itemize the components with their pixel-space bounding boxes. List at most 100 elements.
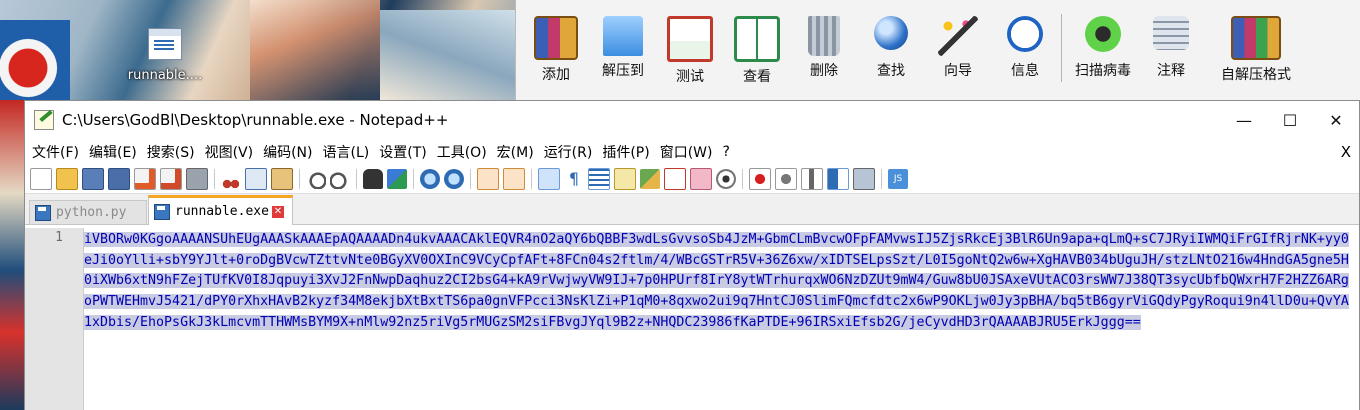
editor-text[interactable]: iVBORw0KGgoAAAANSUhEUgAAASkAAAEpAQAAAADn… bbox=[84, 230, 1354, 334]
line-number-gutter: 1 bbox=[25, 228, 84, 410]
new-file-icon[interactable] bbox=[30, 168, 52, 190]
archiver-delete-button[interactable]: 删除 bbox=[794, 16, 854, 80]
toolbar-separator bbox=[413, 169, 414, 189]
menu-macro[interactable]: 宏(M) bbox=[492, 142, 539, 162]
menu-plugins[interactable]: 插件(P) bbox=[597, 142, 654, 162]
toolbar: ¶ JS bbox=[25, 165, 1359, 194]
show-all-chars-icon[interactable]: ¶ bbox=[564, 169, 584, 189]
stop-macro-icon[interactable] bbox=[775, 168, 797, 190]
wallpaper-graffiti-right bbox=[380, 10, 515, 100]
menu-run[interactable]: 运行(R) bbox=[539, 142, 598, 162]
archiver-find-label: 查找 bbox=[877, 63, 905, 79]
tab-label: python.py bbox=[56, 205, 127, 220]
maximize-button[interactable]: ☐ bbox=[1267, 101, 1313, 139]
zoom-in-icon[interactable] bbox=[420, 169, 440, 189]
menu-language[interactable]: 语言(L) bbox=[318, 142, 375, 162]
menu-bar: 文件(F) 编辑(E) 搜索(S) 视图(V) 编码(N) 语言(L) 设置(T… bbox=[25, 139, 1359, 165]
archiver-sfx-button[interactable]: 自解压格式 bbox=[1211, 16, 1301, 84]
desktop-file-label: runnable.... bbox=[127, 68, 203, 83]
minimize-button[interactable]: — bbox=[1221, 101, 1267, 139]
record-macro-icon[interactable] bbox=[749, 168, 771, 190]
copy-icon[interactable] bbox=[245, 168, 267, 190]
archiver-comment-label: 注释 bbox=[1157, 63, 1185, 79]
word-wrap-icon[interactable] bbox=[538, 168, 560, 190]
selected-text: iVBORw0KGgoAAAANSUhEUgAAASkAAAEpAQAAAADn… bbox=[84, 232, 1349, 330]
function-list-icon[interactable] bbox=[664, 168, 686, 190]
sync-horizontal-icon[interactable] bbox=[503, 168, 525, 190]
extract-folder-icon bbox=[603, 16, 643, 56]
archiver-test-button[interactable]: 测试 bbox=[660, 16, 720, 86]
archiver-window[interactable]: 添加 解压到 测试 查看 删除 查找 向导 信息 扫描病毒 注释 自解压格式 bbox=[515, 0, 1360, 100]
archiver-scan-button[interactable]: 扫描病毒 bbox=[1068, 16, 1138, 80]
title-bar[interactable]: C:\Users\GodBl\Desktop\runnable.exe - No… bbox=[25, 101, 1359, 139]
replace-icon[interactable] bbox=[387, 169, 407, 189]
saved-file-icon bbox=[154, 203, 170, 220]
sync-vertical-icon[interactable] bbox=[477, 168, 499, 190]
tab-runnable-exe[interactable]: runnable.exe ✕ bbox=[148, 195, 293, 225]
menu-help[interactable]: ? bbox=[718, 144, 735, 160]
menu-view[interactable]: 视图(V) bbox=[200, 142, 259, 162]
bug-scan-icon bbox=[1085, 16, 1121, 52]
archiver-extract-button[interactable]: 解压到 bbox=[593, 16, 653, 80]
archiver-find-button[interactable]: 查找 bbox=[861, 16, 921, 80]
menu-edit[interactable]: 编辑(E) bbox=[84, 142, 142, 162]
tab-python-py[interactable]: python.py bbox=[29, 200, 147, 224]
archiver-delete-label: 删除 bbox=[810, 63, 838, 79]
indent-guide-icon[interactable] bbox=[588, 168, 610, 190]
save-all-icon[interactable] bbox=[108, 168, 130, 190]
doc-map-icon[interactable] bbox=[640, 169, 660, 189]
undo-icon[interactable] bbox=[306, 169, 326, 189]
notepad-window[interactable]: C:\Users\GodBl\Desktop\runnable.exe - No… bbox=[24, 100, 1360, 410]
archiver-info-label: 信息 bbox=[1011, 63, 1039, 79]
print-icon[interactable] bbox=[186, 168, 208, 190]
document-tabs: python.py runnable.exe ✕ bbox=[25, 194, 1359, 225]
archive-add-icon bbox=[534, 16, 578, 60]
save-icon[interactable] bbox=[82, 168, 104, 190]
archiver-add-button[interactable]: 添加 bbox=[526, 16, 586, 84]
save-macro-icon[interactable] bbox=[853, 168, 875, 190]
close-all-icon[interactable] bbox=[160, 168, 182, 190]
close-tab-icon[interactable]: ✕ bbox=[271, 205, 284, 218]
user-lang-icon[interactable] bbox=[614, 168, 636, 190]
paste-icon[interactable] bbox=[271, 168, 293, 190]
close-file-icon[interactable] bbox=[134, 168, 156, 190]
toolbar-separator bbox=[470, 169, 471, 189]
folder-workspace-icon[interactable] bbox=[690, 168, 712, 190]
menu-search[interactable]: 搜索(S) bbox=[142, 142, 200, 162]
menu-file[interactable]: 文件(F) bbox=[27, 142, 84, 162]
cut-icon[interactable] bbox=[221, 169, 241, 189]
menu-encoding[interactable]: 编码(N) bbox=[258, 142, 317, 162]
wand-icon bbox=[938, 16, 978, 56]
wallpaper-left-strip bbox=[0, 100, 24, 410]
editor-area[interactable]: 1 iVBORw0KGgoAAAANSUhEUgAAASkAAAEpAQAAAA… bbox=[25, 228, 1359, 410]
info-icon bbox=[1007, 16, 1043, 52]
toolbar-separator bbox=[214, 169, 215, 189]
archiver-scan-label: 扫描病毒 bbox=[1075, 63, 1131, 79]
find-icon[interactable] bbox=[363, 169, 383, 189]
archiver-info-button[interactable]: 信息 bbox=[995, 16, 1055, 80]
open-file-icon[interactable] bbox=[56, 168, 78, 190]
saved-file-icon bbox=[35, 204, 51, 221]
test-clipboard-icon bbox=[667, 16, 713, 62]
close-button[interactable]: ✕ bbox=[1313, 101, 1359, 139]
toolbar-separator bbox=[299, 169, 300, 189]
js-plugin-icon[interactable]: JS bbox=[888, 169, 908, 189]
menu-tools[interactable]: 工具(O) bbox=[432, 142, 492, 162]
monitoring-icon[interactable] bbox=[716, 169, 736, 189]
archiver-comment-button[interactable]: 注释 bbox=[1141, 16, 1201, 80]
wallpaper-graffiti-center bbox=[250, 0, 380, 100]
play-macro-icon[interactable] bbox=[801, 168, 823, 190]
menu-window[interactable]: 窗口(W) bbox=[655, 142, 718, 162]
archiver-test-label: 测试 bbox=[676, 69, 704, 85]
close-document-button[interactable]: X bbox=[1341, 143, 1351, 161]
archiver-wizard-button[interactable]: 向导 bbox=[928, 16, 988, 80]
archiver-add-label: 添加 bbox=[542, 67, 570, 83]
menu-settings[interactable]: 设置(T) bbox=[374, 142, 431, 162]
run-macro-multiple-icon[interactable] bbox=[827, 168, 849, 190]
archiver-view-button[interactable]: 查看 bbox=[727, 16, 787, 86]
desktop-file-icon[interactable]: runnable.... bbox=[120, 28, 210, 83]
zoom-out-icon[interactable] bbox=[444, 169, 464, 189]
window-controls: — ☐ ✕ bbox=[1221, 101, 1359, 139]
redo-icon[interactable] bbox=[330, 169, 350, 189]
line-number: 1 bbox=[55, 230, 63, 245]
